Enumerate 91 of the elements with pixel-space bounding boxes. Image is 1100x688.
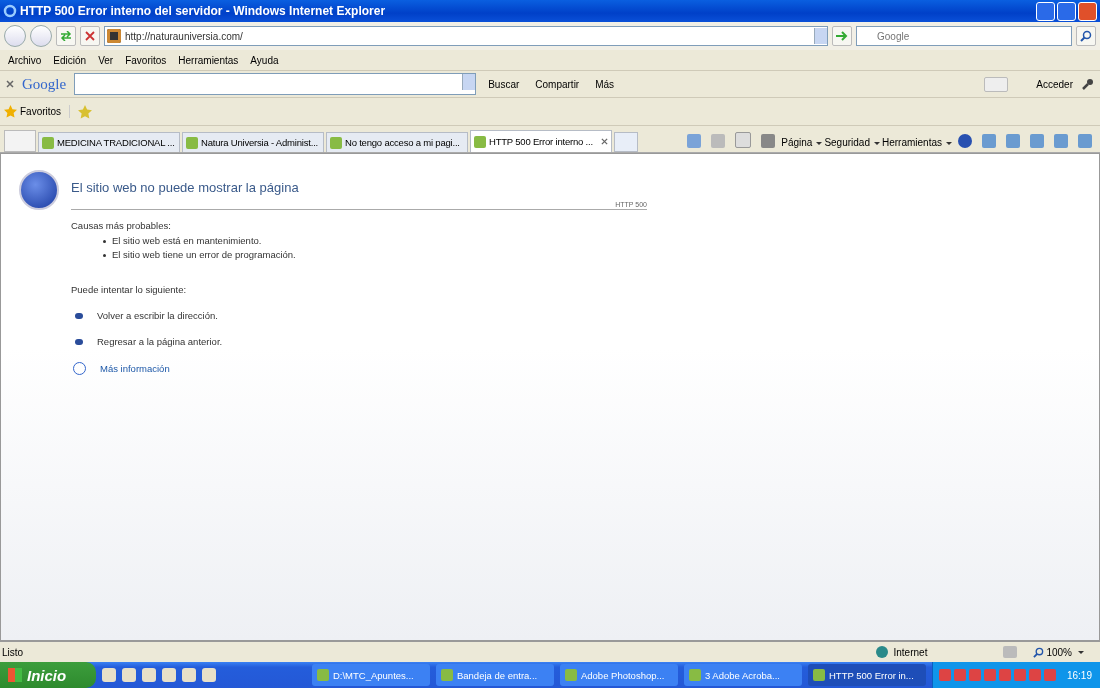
toolbar-icon[interactable] (982, 134, 996, 148)
browser-tab[interactable]: No tengo acceso a mi pagi... (326, 132, 468, 152)
quick-launch-icon[interactable] (202, 668, 216, 682)
more-info-link[interactable]: Más información (100, 363, 170, 374)
window-title: HTTP 500 Error interno del servidor - Windows Internet Explorer (20, 4, 386, 18)
star-icon (4, 105, 17, 118)
address-field[interactable]: http://naturauniversia.com/ (104, 26, 828, 46)
status-text: Listo (2, 646, 24, 658)
tray-icon[interactable] (1013, 669, 1026, 681)
taskbar-button[interactable]: Bandeja de entra... (435, 664, 554, 686)
tray-icon[interactable] (1028, 669, 1041, 681)
menu-item[interactable]: Ver (98, 54, 114, 66)
google-search-field[interactable] (74, 73, 477, 95)
dropdown-icon (814, 28, 827, 44)
bullet-icon (103, 239, 106, 243)
tray-icon[interactable] (938, 669, 951, 681)
star-icon[interactable] (78, 104, 93, 119)
favorites-button[interactable]: Favoritos (4, 105, 71, 118)
sign-in-link[interactable]: Acceder (1036, 78, 1073, 90)
refresh-icon (60, 31, 72, 41)
quick-launch-icon[interactable] (142, 668, 156, 682)
minimize-button[interactable] (1036, 1, 1055, 21)
magnifier-icon (1033, 646, 1045, 658)
close-tab-icon[interactable] (601, 138, 608, 145)
back-button[interactable] (4, 25, 26, 47)
browser-tab[interactable]: MEDICINA TRADICIONAL ... (38, 132, 180, 152)
suggestion-text: Volver a escribir la dirección. (97, 310, 218, 321)
tray-icon[interactable] (983, 669, 996, 681)
toolbar-icon[interactable] (1054, 134, 1068, 148)
bullet-icon (75, 312, 83, 319)
toolbar-button[interactable]: Compartir (531, 76, 584, 92)
search-button[interactable] (1076, 26, 1096, 46)
causes-heading: Causas más probables: (71, 220, 172, 231)
go-button[interactable] (832, 26, 852, 46)
stop-icon (85, 31, 95, 41)
taskbar-button[interactable]: 3 Adobe Acroba... (683, 664, 802, 686)
quick-launch-icon[interactable] (182, 668, 196, 682)
error-title: El sitio web no puede mostrar la página (71, 180, 300, 195)
tray-icon[interactable] (968, 669, 981, 681)
quick-launch-icon[interactable] (122, 668, 136, 682)
browser-icon (3, 4, 17, 18)
bullet-icon (103, 253, 106, 257)
browser-tab[interactable]: HTTP 500 Error interno ... (470, 130, 612, 152)
search-icon (1080, 30, 1092, 42)
menu-item[interactable]: Herramientas (178, 54, 239, 66)
browser-tab[interactable]: Natura Universia - Administ... (182, 132, 324, 152)
tray-icon[interactable] (1043, 669, 1056, 681)
new-tab-button[interactable] (614, 132, 638, 152)
zoom-button[interactable]: 100% (1033, 646, 1084, 658)
suggestions-heading: Puede intentar lo siguiente: (71, 284, 188, 295)
suggestion-text: Regresar a la página anterior. (97, 336, 223, 347)
security-zone: Internet (893, 646, 928, 658)
info-icon (19, 170, 59, 210)
toolbar-icon[interactable] (1030, 134, 1044, 148)
start-button[interactable]: Inicio (0, 662, 96, 688)
taskbar-button[interactable]: D:\MTC_Apuntes... (311, 664, 430, 686)
tray-icon[interactable] (998, 669, 1011, 681)
quick-tabs-icon[interactable] (4, 130, 36, 152)
close-button[interactable] (1078, 1, 1097, 21)
restore-button[interactable] (1057, 1, 1076, 21)
clock: 16:19 (1066, 669, 1092, 681)
toolbar-icon[interactable] (1006, 134, 1020, 148)
wrench-icon[interactable] (1081, 77, 1094, 91)
command-button[interactable]: Herramientas (881, 137, 952, 148)
taskbar-button[interactable]: Adobe Photoshop... (559, 664, 678, 686)
cause-item: El sitio web está en mantenimiento. (112, 234, 262, 248)
quick-launch-icon[interactable] (162, 668, 176, 682)
site-icon (107, 29, 121, 43)
toolbar-button[interactable]: Más (591, 76, 619, 92)
bullet-icon (75, 338, 83, 345)
command-button[interactable]: Seguridad (824, 137, 880, 148)
menu-item[interactable]: Archivo (8, 54, 42, 66)
toolbar-icon[interactable] (1078, 134, 1092, 148)
command-button[interactable]: Página (781, 137, 823, 148)
menu-item[interactable]: Ayuda (250, 54, 279, 66)
arrow-icon (836, 31, 848, 41)
dropdown-icon (462, 74, 476, 90)
cause-item: El sitio web tiene un error de programación. (112, 248, 296, 262)
quick-launch-icon[interactable] (102, 668, 116, 682)
menu-item[interactable]: Edición (53, 54, 87, 66)
google-logo: Google (22, 75, 67, 93)
toolbar-button[interactable]: Buscar (484, 76, 524, 92)
forward-button[interactable] (30, 25, 52, 47)
menu-item[interactable]: Favoritos (125, 54, 167, 66)
globe-icon (875, 646, 888, 658)
taskbar-button[interactable]: HTTP 500 Error in... (807, 664, 926, 686)
search-field[interactable]: Google (856, 26, 1072, 46)
close-icon[interactable] (6, 80, 14, 88)
stop-button[interactable] (80, 26, 100, 46)
tray-icon[interactable] (953, 669, 966, 681)
refresh-button[interactable] (56, 26, 76, 46)
